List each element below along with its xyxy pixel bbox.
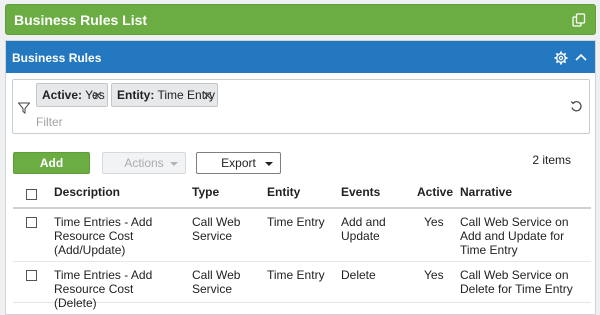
col-type[interactable]: Type	[192, 185, 219, 199]
cell-active: Yes	[424, 215, 444, 229]
table-row[interactable]: Time Entries - Add Resource Cost (Add/Up…	[13, 209, 591, 262]
actions-button[interactable]: Actions	[102, 152, 186, 174]
cell-type: Call Web Service	[192, 268, 241, 296]
cell-type: Call Web Service	[192, 215, 241, 243]
filter-chip-active: Active: Yes	[36, 83, 108, 107]
caret-down-icon	[265, 162, 273, 166]
col-entity[interactable]: Entity	[267, 185, 300, 199]
col-narrative[interactable]: Narrative	[460, 185, 512, 199]
select-all-checkbox[interactable]	[26, 189, 37, 200]
cell-entity: Time Entry	[267, 268, 325, 282]
actions-label: Actions	[124, 156, 164, 170]
cell-events: Add and Update	[341, 215, 386, 243]
panel-header: Business Rules	[6, 41, 595, 73]
page-header: Business Rules List	[5, 4, 596, 35]
row-checkbox[interactable]	[26, 270, 37, 281]
page-title: Business Rules List	[14, 12, 148, 28]
page: Business Rules List Business Rules Activ…	[0, 0, 600, 315]
cell-narrative: Call Web Service on Delete for Time Entr…	[460, 268, 573, 296]
cell-events: Delete	[341, 268, 376, 282]
filter-icon	[18, 102, 30, 114]
panel-title: Business Rules	[12, 51, 102, 65]
business-rules-panel: Business Rules Active: Yes Entity: Time …	[5, 40, 596, 315]
filter-chip-entity: Entity: Time Entry	[111, 83, 218, 107]
col-active[interactable]: Active	[417, 185, 453, 199]
caret-down-icon	[170, 162, 178, 166]
add-button[interactable]: Add	[13, 152, 90, 174]
item-count: 2 items	[532, 153, 571, 167]
remove-chip-icon[interactable]	[93, 91, 102, 100]
cell-description: Time Entries - Add Resource Cost (Add/Up…	[54, 215, 153, 257]
cell-description: Time Entries - Add Resource Cost (Delete…	[54, 268, 153, 310]
export-label: Export	[221, 156, 256, 170]
row-checkbox[interactable]	[26, 217, 37, 228]
remove-chip-icon[interactable]	[203, 91, 212, 100]
copy-icon[interactable]	[572, 13, 586, 27]
table-row[interactable]: Time Entries - Add Resource Cost (Delete…	[13, 262, 591, 310]
chevron-up-icon[interactable]	[575, 52, 587, 62]
export-button[interactable]: Export	[196, 152, 281, 174]
table-header: Description Type Entity Events Active Na…	[13, 178, 591, 209]
filter-input[interactable]: Filter	[36, 115, 63, 129]
reset-icon[interactable]	[570, 100, 583, 113]
gear-icon[interactable]	[554, 51, 568, 65]
cell-narrative: Call Web Service on Add and Update for T…	[460, 215, 569, 257]
chip-label: Active:	[42, 88, 83, 102]
col-events[interactable]: Events	[341, 185, 380, 199]
col-description[interactable]: Description	[54, 185, 120, 199]
chip-label: Entity:	[117, 88, 155, 102]
cell-active: Yes	[424, 268, 444, 282]
cell-entity: Time Entry	[267, 215, 325, 229]
filter-box[interactable]: Active: Yes Entity: Time Entry Filter	[12, 79, 590, 134]
